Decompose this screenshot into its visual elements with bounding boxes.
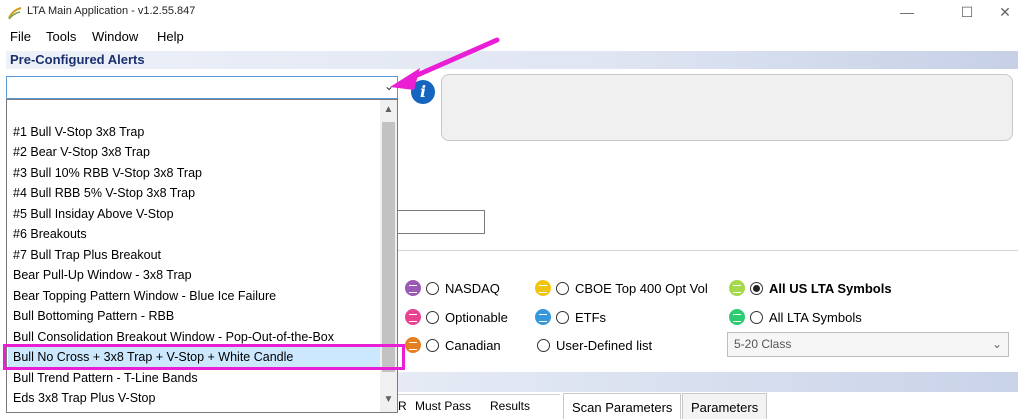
- list-item[interactable]: #5 Bull Insiday Above V-Stop: [13, 204, 174, 224]
- menu-help[interactable]: Help: [157, 29, 184, 44]
- radio-button[interactable]: [537, 338, 550, 352]
- scroll-up-icon[interactable]: ▲: [380, 102, 397, 118]
- option-canadian[interactable]: Canadian: [405, 335, 501, 355]
- menu-window[interactable]: Window: [92, 29, 138, 44]
- close-button[interactable]: ✕: [982, 0, 1024, 26]
- list-icon: [405, 309, 421, 325]
- app-logo-icon: [8, 7, 22, 20]
- tab-scan-parameters[interactable]: Scan Parameters: [563, 393, 682, 419]
- radio-button-selected[interactable]: [750, 281, 763, 295]
- option-label: Canadian: [445, 337, 501, 353]
- alert-preset-combo[interactable]: ⌄: [6, 76, 398, 99]
- highlight-annotation-box: [3, 344, 405, 370]
- radio-button[interactable]: [426, 310, 439, 324]
- list-item[interactable]: Bull Bottoming Pattern - RBB: [13, 306, 174, 326]
- text-input[interactable]: [397, 210, 485, 234]
- list-item[interactable]: #6 Breakouts: [13, 224, 87, 244]
- title-bar: LTA Main Application - v1.2.55.847 — ☐ ✕: [0, 0, 1024, 26]
- results-table-header: R Must Pass Results: [392, 394, 560, 419]
- list-item[interactable]: Bear Pull-Up Window - 3x8 Trap: [13, 265, 192, 285]
- list-icon: [535, 280, 551, 296]
- menu-file[interactable]: File: [10, 29, 31, 44]
- option-user-defined-list[interactable]: User-Defined list: [537, 335, 652, 355]
- window-title: LTA Main Application - v1.2.55.847: [27, 5, 196, 17]
- list-icon: [729, 280, 745, 296]
- column-header[interactable]: R: [398, 399, 407, 413]
- list-item[interactable]: Bear Topping Pattern Window - Blue Ice F…: [13, 286, 276, 306]
- radio-button[interactable]: [750, 310, 763, 324]
- option-label: NASDAQ: [445, 280, 500, 296]
- section-header: Pre-Configured Alerts: [6, 51, 1018, 69]
- class-select[interactable]: 5-20 Class ⌄: [727, 332, 1009, 357]
- list-icon: [405, 337, 421, 353]
- radio-button[interactable]: [556, 310, 569, 324]
- option-optionable[interactable]: Optionable: [405, 307, 508, 327]
- option-all-us-lta-symbols[interactable]: All US LTA Symbols: [729, 278, 892, 298]
- lower-section-header: [392, 372, 1018, 392]
- list-item[interactable]: Eds 3x8 Trap Plus V-Stop: [13, 388, 155, 408]
- radio-button[interactable]: [426, 338, 439, 352]
- minimize-button[interactable]: —: [884, 0, 930, 26]
- list-icon: [729, 309, 745, 325]
- alert-description-box: [441, 74, 1013, 141]
- annotation-arrow-icon: [390, 37, 500, 90]
- column-header[interactable]: Must Pass: [415, 399, 471, 413]
- option-nasdaq[interactable]: NASDAQ: [405, 278, 500, 298]
- column-header[interactable]: Results: [490, 399, 530, 413]
- list-item[interactable]: #3 Bull 10% RBB V-Stop 3x8 Trap: [13, 163, 202, 183]
- menu-tools[interactable]: Tools: [46, 29, 76, 44]
- list-icon: [405, 280, 421, 296]
- option-label: CBOE Top 400 Opt Vol: [575, 280, 708, 296]
- scroll-thumb[interactable]: [382, 122, 395, 372]
- option-cboe-top-400[interactable]: CBOE Top 400 Opt Vol: [535, 278, 708, 298]
- option-all-lta-symbols[interactable]: All LTA Symbols: [729, 307, 862, 327]
- list-item[interactable]: #4 Bull RBB 5% V-Stop 3x8 Trap: [13, 183, 195, 203]
- option-label: All US LTA Symbols: [769, 280, 892, 296]
- radio-button[interactable]: [426, 281, 439, 295]
- class-select-value: 5-20 Class: [734, 337, 792, 351]
- option-etfs[interactable]: ETFs: [535, 307, 606, 327]
- section-title: Pre-Configured Alerts: [10, 52, 145, 67]
- list-item[interactable]: Bull Trend Pattern - T-Line Bands: [13, 368, 198, 388]
- option-label: User-Defined list: [556, 337, 653, 353]
- radio-button[interactable]: [556, 281, 569, 295]
- list-icon: [535, 309, 551, 325]
- chevron-down-icon[interactable]: ⌄: [992, 337, 1002, 351]
- tab-parameters[interactable]: Parameters: [682, 393, 768, 419]
- scroll-down-icon[interactable]: ▼: [380, 392, 397, 408]
- list-item[interactable]: #1 Bull V-Stop 3x8 Trap: [13, 122, 144, 142]
- option-label: ETFs: [575, 309, 607, 325]
- option-label: Optionable: [445, 309, 508, 325]
- option-label: All LTA Symbols: [769, 309, 862, 325]
- list-item[interactable]: #2 Bear V-Stop 3x8 Trap: [13, 142, 150, 162]
- list-item[interactable]: #7 Bull Trap Plus Breakout: [13, 245, 161, 265]
